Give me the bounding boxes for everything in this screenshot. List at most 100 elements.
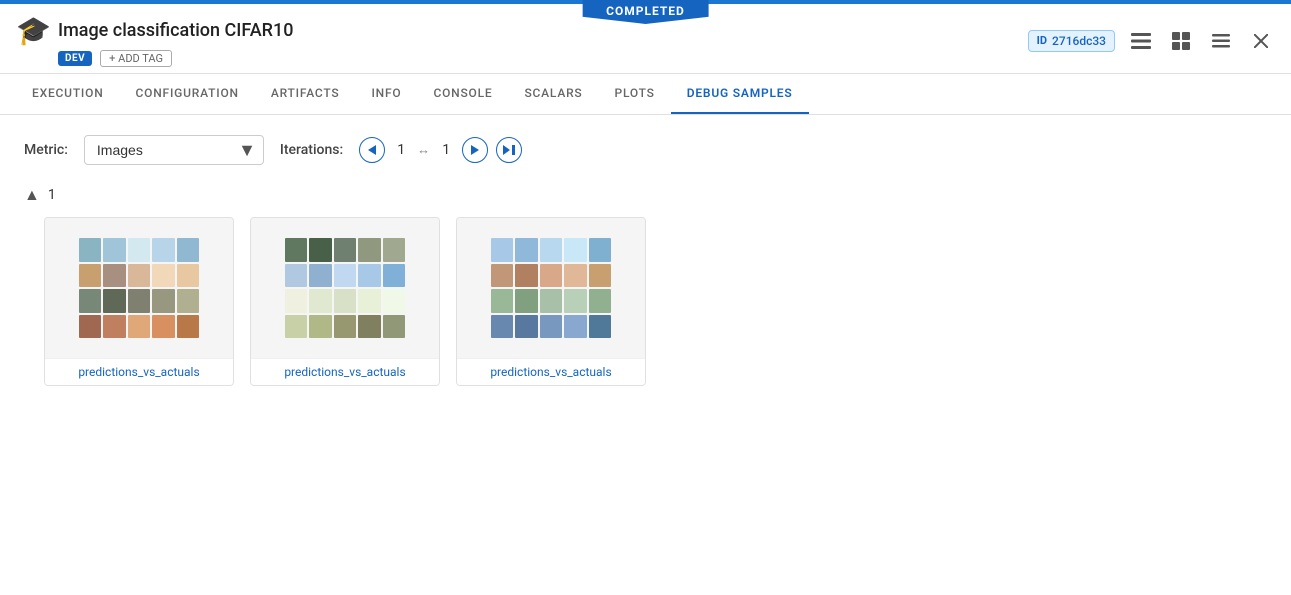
mini-cell [309, 315, 331, 339]
metric-label: Metric: [24, 142, 68, 158]
mini-cell [285, 315, 307, 339]
tab-plots[interactable]: PLOTS [599, 74, 671, 114]
iterations-label: Iterations: [280, 142, 343, 158]
next-iter-button[interactable] [462, 137, 488, 163]
tag-add-button[interactable]: + ADD TAG [100, 50, 172, 67]
tab-execution[interactable]: EXECUTION [16, 74, 120, 114]
mini-grid-3 [491, 238, 611, 338]
mini-cell [103, 238, 125, 262]
mini-cell [309, 264, 331, 288]
mini-cell [383, 315, 405, 339]
app-title: Image classification CIFAR10 [58, 20, 293, 41]
mini-cell [540, 238, 562, 262]
tab-console[interactable]: CONSOLE [417, 74, 508, 114]
mini-cell [128, 315, 150, 339]
collapse-button[interactable]: ▲ [24, 185, 40, 205]
mini-cell [128, 238, 150, 262]
logo-icon: 🎓 [16, 14, 48, 46]
card-label-1: predictions_vs_actuals [45, 358, 233, 385]
tab-artifacts[interactable]: ARTIFACTS [255, 74, 356, 114]
mini-cell [285, 264, 307, 288]
tab-scalars[interactable]: SCALARS [508, 74, 598, 114]
mini-cell [334, 315, 356, 339]
mini-cell [309, 238, 331, 262]
mini-cell [177, 238, 199, 262]
mini-cell [128, 264, 150, 288]
card-image-area-2 [251, 218, 439, 358]
nav-tabs: EXECUTION CONFIGURATION ARTIFACTS INFO C… [0, 74, 1291, 115]
image-card-3[interactable]: predictions_vs_actuals [456, 217, 646, 386]
menu-button[interactable] [1207, 27, 1235, 55]
card-label-3: predictions_vs_actuals [457, 358, 645, 385]
mini-cell [383, 264, 405, 288]
mini-cell [358, 315, 380, 339]
card-image-area-1 [45, 218, 233, 358]
mini-cell [309, 289, 331, 313]
section-number: 1 [48, 187, 56, 203]
mini-cell [285, 238, 307, 262]
mini-cell [515, 264, 537, 288]
mini-cell [589, 315, 611, 339]
mini-cell [589, 264, 611, 288]
mini-cell [589, 238, 611, 262]
mini-cell [334, 289, 356, 313]
id-value: 2716dc33 [1052, 34, 1106, 48]
tab-debug-samples[interactable]: DEBUG SAMPLES [671, 74, 809, 114]
mini-cell [491, 315, 513, 339]
mini-cell [491, 238, 513, 262]
mini-cell [515, 315, 537, 339]
prev-iter-button[interactable] [359, 137, 385, 163]
image-card-1[interactable]: predictions_vs_actuals [44, 217, 234, 386]
gallery-button[interactable] [1167, 27, 1195, 55]
mini-cell [152, 238, 174, 262]
metric-select-wrapper: Images ▼ [84, 135, 264, 165]
mini-cell [564, 238, 586, 262]
mini-grid-1 [79, 238, 199, 338]
mini-cell [334, 264, 356, 288]
image-card-2[interactable]: predictions_vs_actuals [250, 217, 440, 386]
iter-range-icon: ↔ [417, 142, 430, 158]
mini-cell [358, 238, 380, 262]
mini-cell [103, 315, 125, 339]
mini-grid-2 [285, 238, 405, 338]
mini-cell [358, 264, 380, 288]
mini-cell [515, 289, 537, 313]
header-right: ID 2716dc33 [1028, 27, 1275, 55]
iter-to-value: 1 [438, 142, 454, 158]
cards-grid: predictions_vs_actuals predictions_vs_act… [44, 217, 1267, 386]
details-button[interactable] [1127, 27, 1155, 55]
tab-info[interactable]: INFO [355, 74, 417, 114]
header-left: 🎓 Image classification CIFAR10 DEV + ADD… [16, 14, 1028, 67]
id-label: ID [1037, 34, 1047, 47]
mini-cell [564, 315, 586, 339]
mini-cell [540, 264, 562, 288]
mini-cell [334, 238, 356, 262]
mini-cell [491, 289, 513, 313]
header-title-row: 🎓 Image classification CIFAR10 [16, 14, 293, 46]
metric-select[interactable]: Images [84, 135, 264, 165]
tab-configuration[interactable]: CONFIGURATION [120, 74, 255, 114]
mini-cell [540, 289, 562, 313]
mini-cell [358, 289, 380, 313]
mini-cell [79, 238, 101, 262]
mini-cell [103, 264, 125, 288]
id-badge: ID 2716dc33 [1028, 30, 1115, 52]
mini-cell [491, 264, 513, 288]
iter-controls: 1 ↔ 1 [359, 137, 522, 163]
close-button[interactable] [1247, 27, 1275, 55]
mini-cell [128, 289, 150, 313]
mini-cell [177, 315, 199, 339]
mini-cell [79, 264, 101, 288]
iter-from-value: 1 [393, 142, 409, 158]
section-header: ▲ 1 [24, 185, 1267, 205]
mini-cell [515, 238, 537, 262]
last-iter-button[interactable] [496, 137, 522, 163]
mini-cell [564, 264, 586, 288]
tags-row: DEV + ADD TAG [58, 50, 172, 67]
content: Metric: Images ▼ Iterations: 1 ↔ 1 [0, 115, 1291, 406]
mini-cell [79, 289, 101, 313]
tag-dev[interactable]: DEV [58, 51, 92, 66]
mini-cell [152, 264, 174, 288]
mini-cell [564, 289, 586, 313]
card-label-2: predictions_vs_actuals [251, 358, 439, 385]
